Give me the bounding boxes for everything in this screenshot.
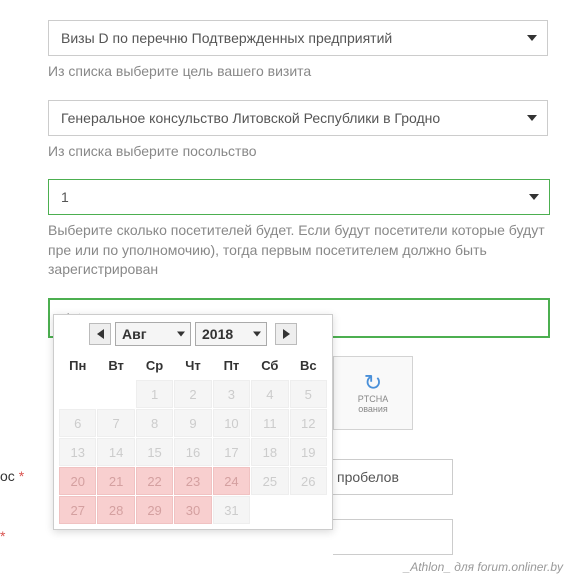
chevron-down-icon bbox=[529, 194, 539, 200]
chevron-down-icon bbox=[177, 332, 185, 337]
calendar-prev-button[interactable] bbox=[89, 323, 111, 345]
calendar-year: 2018 bbox=[202, 326, 233, 342]
calendar-day[interactable]: 21 bbox=[97, 467, 134, 495]
calendar-day[interactable]: 26 bbox=[290, 467, 327, 495]
fragment-text: пробелов bbox=[337, 469, 399, 485]
visitors-help: Выберите сколько посетителей будет. Если… bbox=[48, 221, 569, 280]
consulate-value: Генеральное консульство Литовской Респуб… bbox=[61, 110, 440, 126]
calendar-day[interactable]: 29 bbox=[136, 496, 173, 524]
calendar-day[interactable]: 1 bbox=[136, 380, 173, 408]
watermark: _Athlon_ для forum.onliner.by bbox=[404, 560, 563, 574]
calendar-day[interactable]: 11 bbox=[251, 409, 288, 437]
calendar-next-button[interactable] bbox=[275, 323, 297, 345]
text-input-fragment-2[interactable] bbox=[333, 519, 453, 555]
calendar-cell-empty bbox=[290, 496, 327, 524]
text-input-fragment[interactable]: пробелов bbox=[333, 459, 453, 495]
recaptcha-sub: ования bbox=[358, 404, 388, 414]
calendar-day[interactable]: 22 bbox=[136, 467, 173, 495]
visitors-value: 1 bbox=[61, 189, 69, 205]
recaptcha-widget[interactable]: ↻ PTCHA ования bbox=[333, 356, 413, 430]
calendar-cell-empty bbox=[97, 380, 134, 408]
calendar-day[interactable]: 14 bbox=[97, 438, 134, 466]
visitors-select[interactable]: 1 bbox=[48, 179, 550, 215]
calendar-day[interactable]: 9 bbox=[174, 409, 211, 437]
calendar-day[interactable]: 4 bbox=[251, 380, 288, 408]
calendar-day[interactable]: 12 bbox=[290, 409, 327, 437]
calendar-day[interactable]: 31 bbox=[213, 496, 250, 524]
calendar-day[interactable]: 27 bbox=[59, 496, 96, 524]
calendar-day[interactable]: 16 bbox=[174, 438, 211, 466]
calendar-day[interactable]: 2 bbox=[174, 380, 211, 408]
calendar-day[interactable]: 23 bbox=[174, 467, 211, 495]
calendar-day[interactable]: 13 bbox=[59, 438, 96, 466]
calendar-month: Авг bbox=[122, 326, 147, 342]
consulate-help: Из списка выберите посольство bbox=[48, 142, 569, 162]
calendar-cell-empty bbox=[251, 496, 288, 524]
refresh-icon: ↻ bbox=[364, 372, 382, 394]
visa-type-value: Визы D по перечню Подтвержденных предпри… bbox=[61, 30, 392, 46]
calendar-year-select[interactable]: 2018 bbox=[195, 322, 267, 346]
calendar-day[interactable]: 24 bbox=[213, 467, 250, 495]
calendar-day[interactable]: 10 bbox=[213, 409, 250, 437]
chevron-down-icon bbox=[527, 115, 537, 121]
calendar-dow: Пт bbox=[213, 352, 250, 379]
consulate-select[interactable]: Генеральное консульство Литовской Респуб… bbox=[48, 100, 548, 136]
calendar-month-select[interactable]: Авг bbox=[115, 322, 191, 346]
calendar-day[interactable]: 25 bbox=[251, 467, 288, 495]
calendar-dow: Чт bbox=[174, 352, 211, 379]
calendar-grid: ПнВтСрЧтПтСбВс12345678910111213141516171… bbox=[59, 352, 327, 524]
field-label-fragment-2: * bbox=[0, 528, 5, 544]
calendar-dow: Ср bbox=[136, 352, 173, 379]
calendar-day[interactable]: 6 bbox=[59, 409, 96, 437]
calendar-dow: Сб bbox=[251, 352, 288, 379]
calendar-popup: Авг 2018 ПнВтСрЧтПтСбВс12345678910111213… bbox=[53, 314, 333, 530]
calendar-day[interactable]: 7 bbox=[97, 409, 134, 437]
calendar-day[interactable]: 28 bbox=[97, 496, 134, 524]
chevron-down-icon bbox=[253, 332, 261, 337]
calendar-day[interactable]: 19 bbox=[290, 438, 327, 466]
calendar-day[interactable]: 5 bbox=[290, 380, 327, 408]
calendar-day[interactable]: 15 bbox=[136, 438, 173, 466]
calendar-day[interactable]: 18 bbox=[251, 438, 288, 466]
calendar-dow: Вс bbox=[290, 352, 327, 379]
calendar-day[interactable]: 20 bbox=[59, 467, 96, 495]
calendar-day[interactable]: 8 bbox=[136, 409, 173, 437]
visa-type-help: Из списка выберите цель вашего визита bbox=[48, 62, 569, 82]
triangle-right-icon bbox=[283, 329, 290, 339]
calendar-day[interactable]: 17 bbox=[213, 438, 250, 466]
chevron-down-icon bbox=[527, 35, 537, 41]
recaptcha-title: PTCHA bbox=[358, 394, 389, 404]
calendar-dow: Вт bbox=[97, 352, 134, 379]
calendar-day[interactable]: 3 bbox=[213, 380, 250, 408]
field-label-fragment: ос * bbox=[0, 468, 24, 484]
triangle-left-icon bbox=[97, 329, 104, 339]
calendar-day[interactable]: 30 bbox=[174, 496, 211, 524]
calendar-cell-empty bbox=[59, 380, 96, 408]
visa-type-select[interactable]: Визы D по перечню Подтвержденных предпри… bbox=[48, 20, 548, 56]
calendar-dow: Пн bbox=[59, 352, 96, 379]
